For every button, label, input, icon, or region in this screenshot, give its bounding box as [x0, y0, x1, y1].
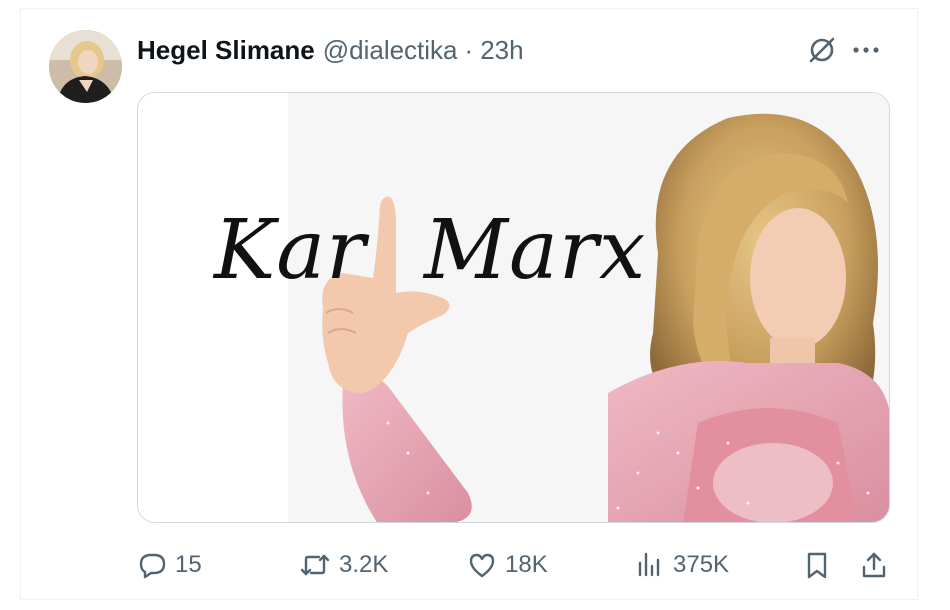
tweet-media-image[interactable]: Kar Marx [137, 92, 890, 523]
more-button[interactable] [844, 30, 888, 70]
reply-button[interactable]: 15 [137, 545, 202, 585]
bar-chart-icon [638, 552, 660, 577]
bookmark-icon [807, 552, 827, 579]
slashed-circle-icon [809, 37, 835, 63]
author-handle[interactable]: @dialectika [323, 34, 458, 66]
grok-button[interactable] [800, 30, 844, 70]
reply-count: 15 [175, 551, 202, 578]
speech-bubble-icon [139, 553, 166, 579]
separator-dot: · [464, 35, 474, 65]
meme-text-right: Marx [424, 203, 647, 298]
tweet-header: Hegel Slimane @dialectika · 23h [137, 34, 524, 66]
views-button[interactable]: 375K [635, 545, 729, 585]
tweet-top-actions [800, 30, 888, 70]
retweet-button[interactable]: 3.2K [299, 545, 388, 585]
bookmark-button[interactable] [803, 545, 839, 585]
more-dots-icon [853, 47, 879, 53]
meme-text-left: Kar [214, 203, 367, 298]
view-count: 375K [673, 551, 730, 578]
tweet-action-bar: 15 3.2K 18K 375K [137, 545, 890, 585]
retweet-arrows-icon [300, 554, 330, 576]
share-icon [862, 552, 886, 578]
share-button[interactable] [859, 545, 897, 585]
heart-icon [469, 553, 495, 578]
like-count: 18K [505, 551, 548, 578]
like-button[interactable]: 18K [467, 545, 548, 585]
retweet-count: 3.2K [339, 551, 389, 578]
author-name[interactable]: Hegel Slimane [137, 34, 315, 66]
timestamp[interactable]: 23h [480, 34, 523, 66]
avatar[interactable] [49, 30, 122, 103]
avatar-photo [49, 30, 122, 103]
meme-photo [138, 93, 889, 522]
